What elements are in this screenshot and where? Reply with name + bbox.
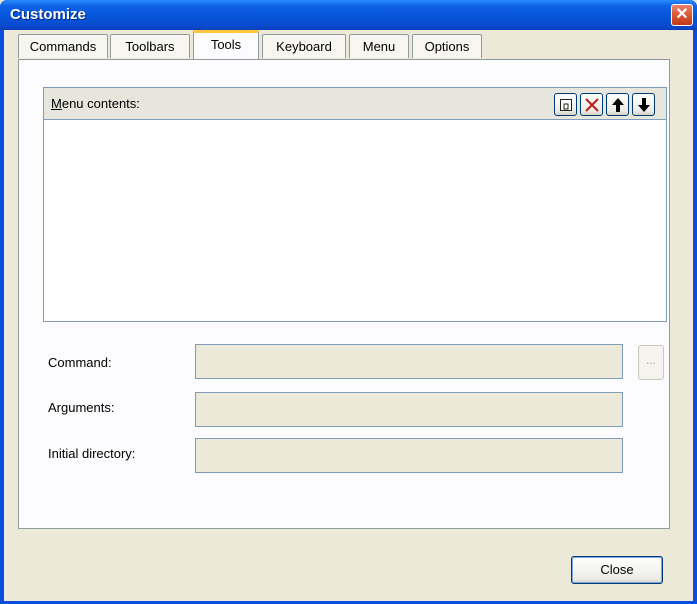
command-label: Command:: [48, 355, 112, 370]
new-item-icon: [559, 99, 573, 115]
move-up-icon: [611, 98, 625, 116]
window-close-button[interactable]: ✕: [671, 4, 693, 26]
menu-contents-header: Menu contents:: [44, 88, 666, 120]
delete-button[interactable]: [580, 93, 603, 116]
initial-directory-label: Initial directory:: [48, 446, 136, 461]
tab-tools[interactable]: Tools: [193, 30, 259, 59]
new-item-button[interactable]: [554, 93, 577, 116]
menu-contents-label: Menu contents:: [51, 96, 140, 111]
tab-options[interactable]: Options: [412, 34, 482, 58]
arguments-label: Arguments:: [48, 400, 115, 415]
tab-menu[interactable]: Menu: [349, 34, 409, 58]
window-title: Customize: [10, 6, 86, 23]
close-button[interactable]: Close: [571, 556, 663, 584]
delete-icon: [584, 98, 600, 116]
move-down-button[interactable]: [632, 93, 655, 116]
title-bar[interactable]: Customize ✕: [0, 0, 697, 30]
menu-contents-list[interactable]: Menu contents:: [43, 87, 667, 322]
command-field[interactable]: [195, 344, 623, 379]
tab-keyboard[interactable]: Keyboard: [262, 34, 346, 58]
tab-commands[interactable]: Commands: [18, 34, 108, 58]
tab-toolbars[interactable]: Toolbars: [110, 34, 190, 58]
arguments-field[interactable]: [195, 392, 623, 427]
move-up-button[interactable]: [606, 93, 629, 116]
move-down-icon: [637, 98, 651, 116]
initial-directory-field[interactable]: [195, 438, 623, 473]
browse-button[interactable]: ...: [638, 345, 664, 380]
